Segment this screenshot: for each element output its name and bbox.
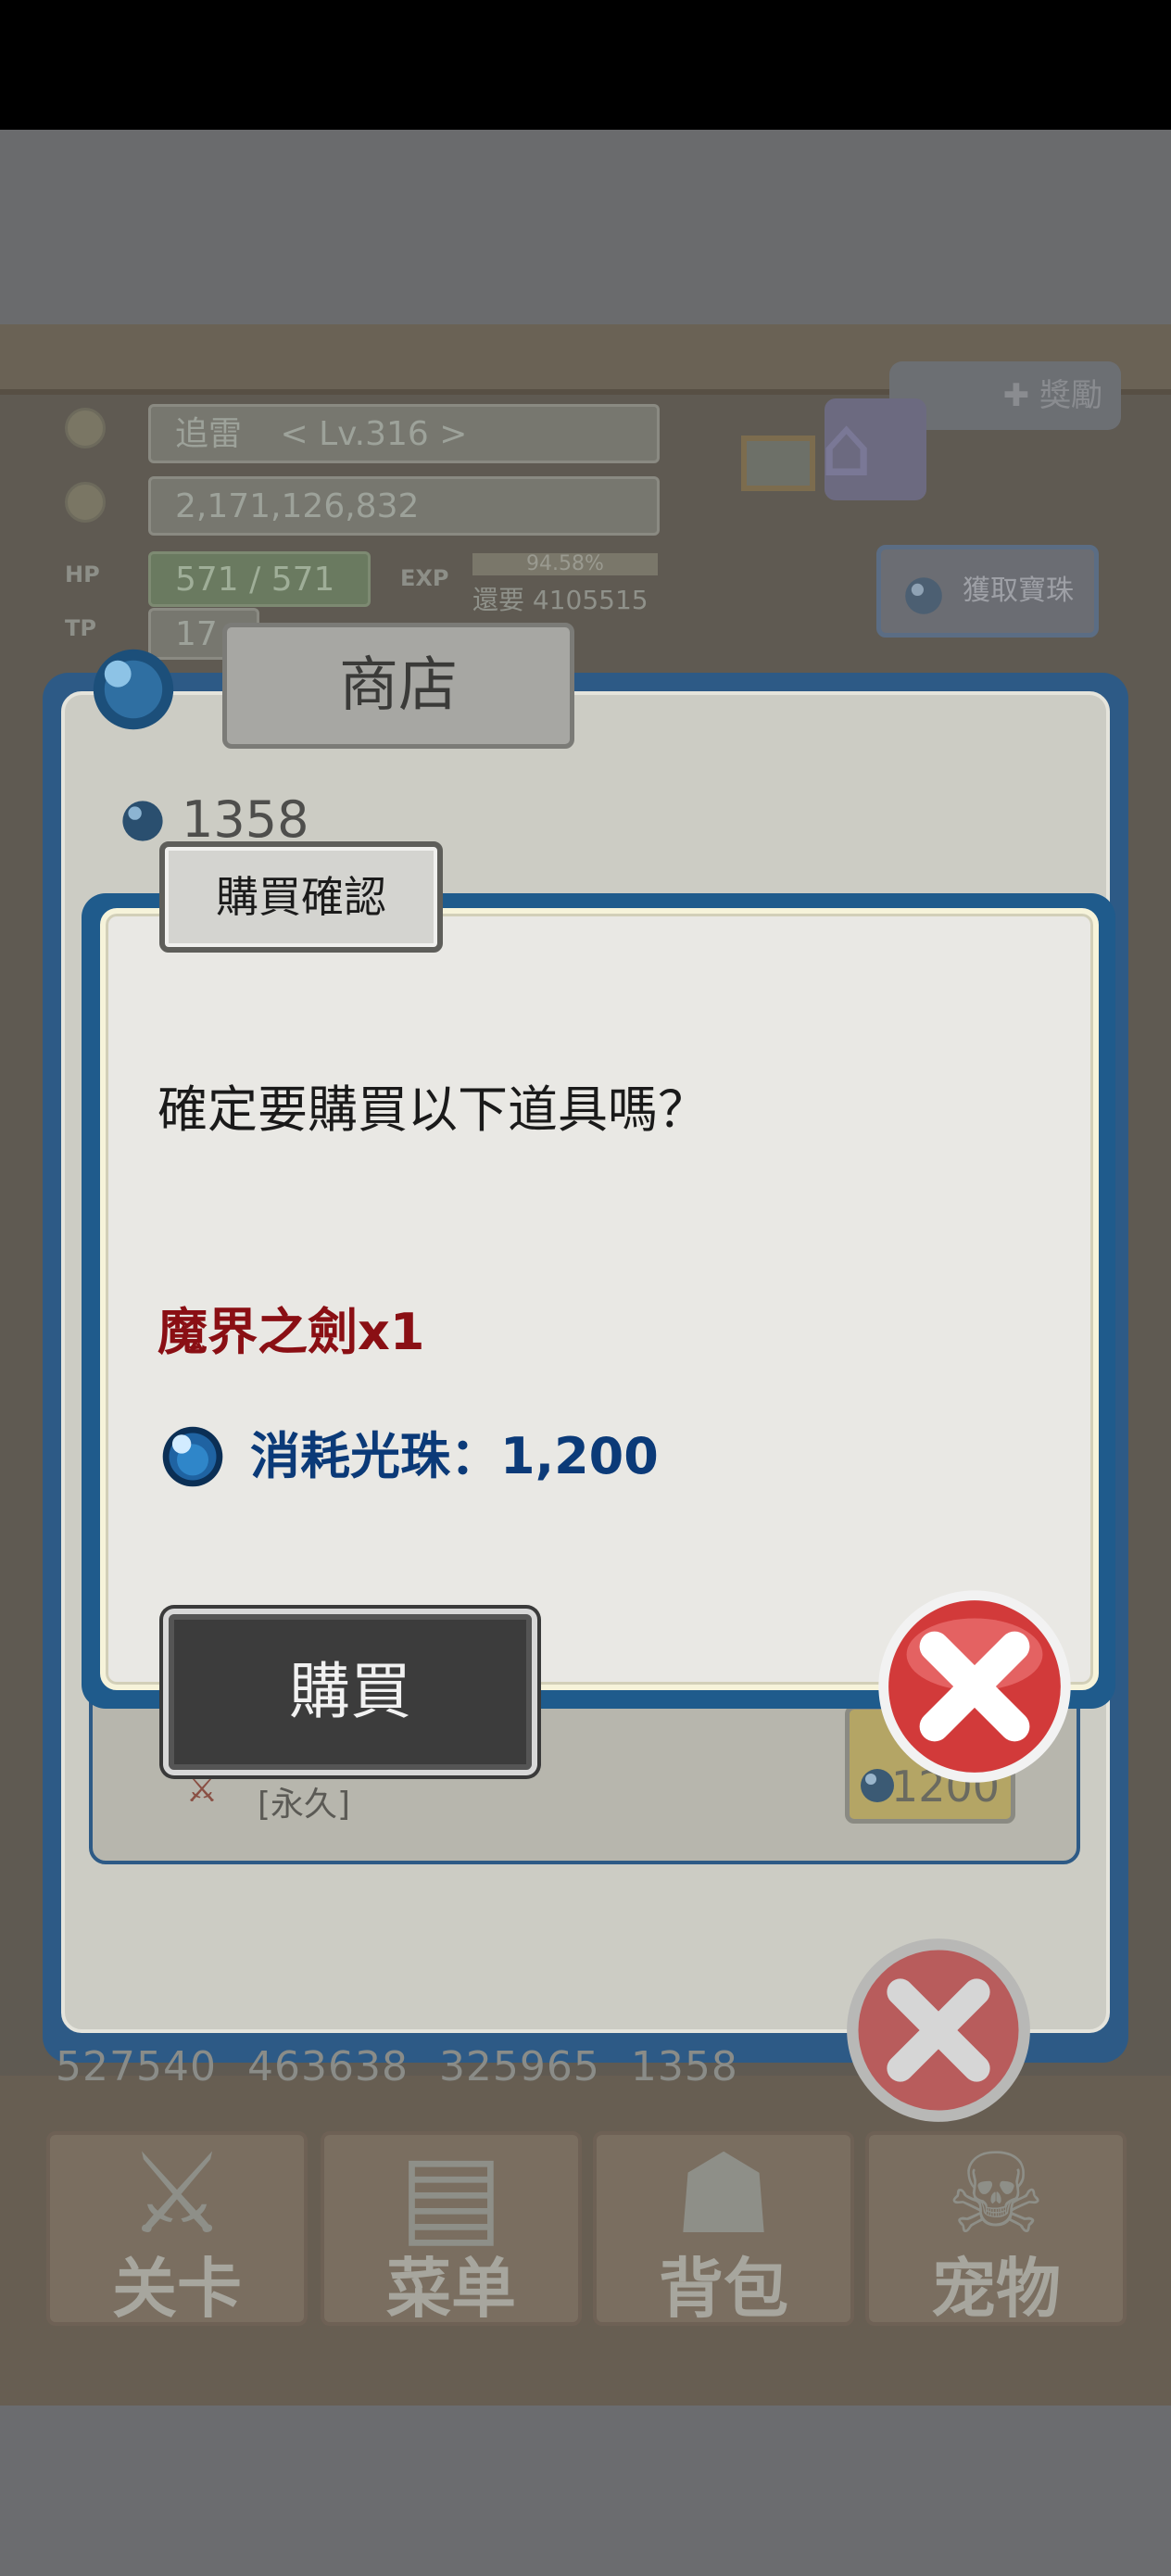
orb-icon <box>903 575 944 616</box>
confirm-title: 購買確認 <box>216 872 386 922</box>
orb-icon <box>120 799 165 843</box>
resource-value: 527540 <box>56 2043 217 2090</box>
item-name: 魔界之劍x1 <box>157 1303 425 1361</box>
gift-icon: ⌂ <box>820 398 874 496</box>
nav-label: 背包 <box>659 2251 788 2327</box>
tp-label: TP <box>65 615 96 641</box>
avatar <box>65 408 106 448</box>
resource-bar: 527540 463638 325965 1358 <box>56 2043 755 2090</box>
nav-pets-button[interactable]: ☠ 宠物 <box>865 2131 1127 2327</box>
close-icon <box>847 1938 1030 2122</box>
orb-icon <box>161 1425 224 1488</box>
resource-value: 463638 <box>246 2043 409 2090</box>
status-bar <box>0 0 1171 130</box>
shop-title: 商店 <box>339 651 458 720</box>
exp-needed: 還要 4105515 <box>472 585 648 615</box>
bonus-label: 獎勵 <box>1039 377 1102 414</box>
resource-value: 1358 <box>630 2043 738 2090</box>
close-icon <box>878 1590 1071 1783</box>
nav-label: 宠物 <box>931 2251 1061 2327</box>
confirm-close-button[interactable] <box>875 1586 1075 1787</box>
player-name: 追雷 <box>175 415 243 453</box>
get-orb-button[interactable]: 獲取寶珠 <box>876 545 1099 638</box>
gold-display: 2,171,126,832 <box>148 476 660 536</box>
hp-label: HP <box>65 562 100 587</box>
system-nav-bar <box>0 2406 1171 2576</box>
nav-label: 关卡 <box>112 2251 242 2327</box>
cost-text: 消耗光珠：1,200 <box>250 1427 659 1485</box>
nav-menu-button[interactable]: ▤ 菜单 <box>321 2131 582 2327</box>
player-info: 追雷 < Lv.316 > <box>148 404 660 463</box>
shop-item-duration: [永久] <box>258 1786 351 1824</box>
plus-icon: ✚ <box>1002 377 1039 414</box>
exp-bar: 94.58% <box>472 553 658 575</box>
window-decoration <box>741 436 815 491</box>
confirm-question: 確定要購買以下道具嗎？ <box>157 1080 708 1139</box>
resource-value: 325965 <box>438 2043 600 2090</box>
shop-close-button[interactable] <box>843 1935 1034 2126</box>
backdrop <box>0 130 1171 324</box>
get-orb-label: 獲取寶珠 <box>963 575 1074 607</box>
gold-coin-icon <box>65 482 106 523</box>
buy-button-label[interactable]: 購買 <box>163 1609 537 1775</box>
player-level: < Lv.316 > <box>280 415 468 453</box>
nav-stages-button[interactable]: ⚔ 关卡 <box>46 2131 308 2327</box>
exp-label: EXP <box>400 565 449 591</box>
hp-bar: 571 / 571 <box>148 551 371 607</box>
nav-label: 菜单 <box>386 2251 516 2327</box>
nav-backpack-button[interactable]: ☗ 背包 <box>593 2131 854 2327</box>
orb-icon <box>89 645 178 734</box>
